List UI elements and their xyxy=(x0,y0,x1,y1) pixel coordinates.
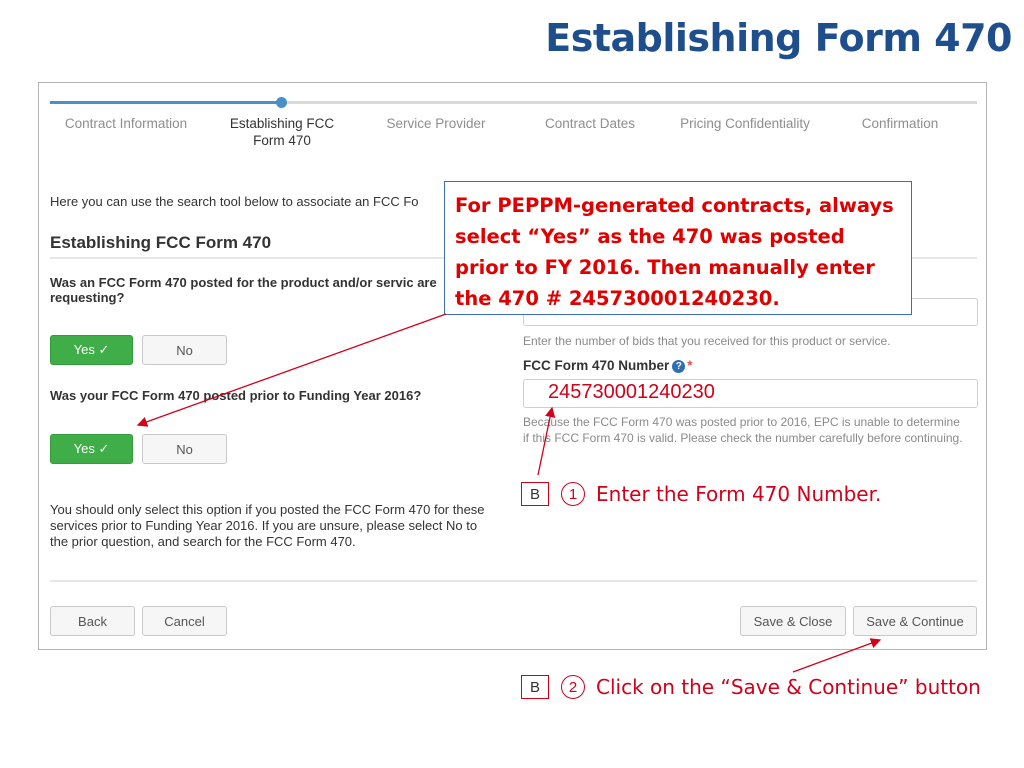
form470-warning-text: Because the FCC Form 470 was posted prio… xyxy=(523,415,963,445)
help-icon[interactable]: ? xyxy=(672,360,686,373)
q2-yes-button[interactable]: Yes ✓ xyxy=(50,434,133,464)
step-service-provider[interactable]: Service Provider xyxy=(376,115,496,132)
annotation-2-number: 2 xyxy=(561,675,585,699)
annotation-2-box: B xyxy=(521,675,549,699)
question-prior-2016: Was your FCC Form 470 posted prior to Fu… xyxy=(50,388,422,403)
slide-title: Establishing Form 470 xyxy=(545,16,1012,60)
save-continue-button[interactable]: Save & Continue xyxy=(853,606,977,636)
intro-text: Here you can use the search tool below t… xyxy=(50,194,419,209)
annotation-1-text: Enter the Form 470 Number. xyxy=(596,482,882,506)
q2-no-button[interactable]: No xyxy=(142,434,227,464)
annotation-1-box: B xyxy=(521,482,549,506)
back-button[interactable]: Back xyxy=(50,606,135,636)
instruction-callout: For PEPPM-generated contracts, always se… xyxy=(444,181,912,315)
section-heading: Establishing FCC Form 470 xyxy=(50,233,272,252)
step-establishing-fcc-form-470[interactable]: Establishing FCC Form 470 xyxy=(222,115,342,149)
question-470-posted: Was an FCC Form 470 posted for the produ… xyxy=(50,275,437,305)
required-asterisk: * xyxy=(687,358,693,373)
progress-fill xyxy=(50,101,281,104)
annotation-2-text: Click on the “Save & Continue” button xyxy=(596,675,981,699)
bids-help-text: Enter the number of bids that you receiv… xyxy=(523,334,891,348)
q1-yes-button[interactable]: Yes ✓ xyxy=(50,335,133,365)
step-confirmation[interactable]: Confirmation xyxy=(845,115,955,132)
footer-divider xyxy=(50,580,977,582)
cancel-button[interactable]: Cancel xyxy=(142,606,227,636)
step-contract-information[interactable]: Contract Information xyxy=(56,115,196,132)
form-panel xyxy=(38,82,987,650)
form470-number-value: 245730001240230 xyxy=(548,381,715,403)
step-contract-dates[interactable]: Contract Dates xyxy=(530,115,650,132)
q1-no-button[interactable]: No xyxy=(142,335,227,365)
step-pricing-confidentiality[interactable]: Pricing Confidentiality xyxy=(670,115,820,132)
progress-current-marker xyxy=(276,97,287,108)
form470-number-label: FCC Form 470 Number? * xyxy=(523,358,693,373)
save-close-button[interactable]: Save & Close xyxy=(740,606,846,636)
prior-year-note: You should only select this option if yo… xyxy=(50,502,485,549)
annotation-1-number: 1 xyxy=(561,482,585,506)
